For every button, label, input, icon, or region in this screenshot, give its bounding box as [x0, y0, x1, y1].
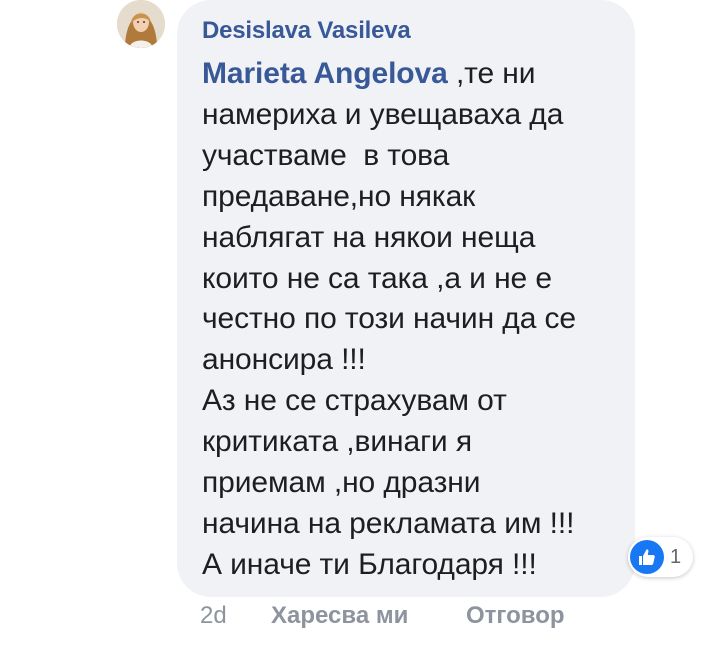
reaction-count: 1	[670, 545, 682, 568]
comment-line: начина на рекламата им !!!	[202, 506, 575, 540]
reaction-summary[interactable]: 1	[628, 537, 694, 577]
like-icon	[630, 540, 664, 574]
comment-line: участваме в това	[202, 138, 450, 172]
comment-author-name[interactable]: Desislava Vasileva	[202, 17, 411, 45]
comment-line: предаване,но някак	[202, 179, 476, 213]
like-button[interactable]: Харесва ми	[271, 602, 408, 630]
avatar[interactable]	[117, 0, 165, 48]
comment-line: честно по този начин да се	[202, 302, 576, 336]
comment-line: които не са така ,а и не е	[202, 261, 552, 295]
comment-line: А иначе ти Благодаря !!!	[202, 547, 537, 581]
comment-line: намериха и увещаваха да	[202, 97, 564, 131]
comment-text: Marieta Angelova ,те ни намериха и увеща…	[202, 54, 622, 586]
comment-line: анонсира !!!	[202, 343, 366, 377]
mention-link[interactable]: Marieta Angelova	[202, 57, 448, 90]
comment-line: наблягат на някои неща	[202, 220, 536, 254]
comment-line: приемам ,но дразни	[202, 466, 481, 500]
comment-line: Marieta Angelova ,те ни	[202, 54, 622, 95]
avatar-photo	[117, 0, 165, 48]
reply-button[interactable]: Отговор	[466, 602, 565, 630]
timestamp-link[interactable]: 2d	[200, 602, 227, 630]
comment-line: Аз не се страхувам от	[202, 384, 507, 418]
comment-line-text: ,те ни	[447, 57, 536, 90]
comment-line: критиката ,винаги я	[202, 425, 472, 459]
